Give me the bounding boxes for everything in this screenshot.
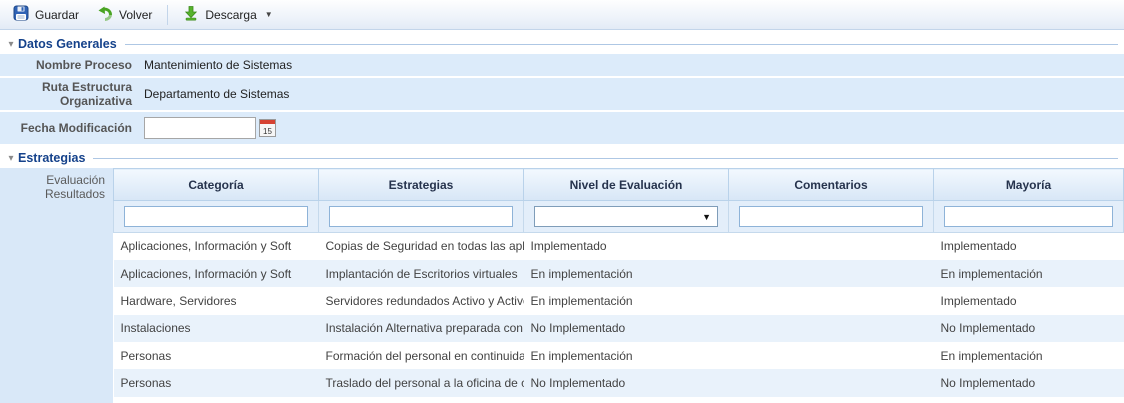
table-row[interactable]: Personas Formación del personal en conti… (114, 342, 1124, 369)
estrategias-filter-input[interactable] (329, 206, 513, 227)
section-title-estrategias: Estrategias (18, 151, 85, 165)
calendar-icon[interactable]: 15 (259, 119, 276, 137)
table-row[interactable]: Personas Traslado del personal a la ofic… (114, 369, 1124, 396)
toolbar-separator (167, 5, 168, 25)
table-filter-row: ▼ (114, 201, 1124, 233)
fecha-modificacion-label: Fecha Modificación (0, 121, 140, 135)
column-header-nivel-de-evaluacion[interactable]: Nivel de Evaluación (524, 169, 729, 201)
table-row[interactable]: Personas Teletrabajo No Implementado No … (114, 397, 1124, 403)
table-row[interactable]: Aplicaciones, Información y Soft Copias … (114, 233, 1124, 260)
table-header-row: Categoría Estrategias Nivel de Evaluació… (114, 169, 1124, 201)
grid-left-panel: Evaluación Resultados (0, 168, 113, 403)
download-button[interactable]: Descarga ▼ (174, 1, 281, 28)
fecha-modificacion-field: 15 (140, 117, 276, 139)
nombre-proceso-value: Mantenimiento de Sistemas (140, 58, 292, 72)
comentarios-filter-input[interactable] (739, 206, 923, 227)
nivel-evaluacion-filter-select[interactable]: ▼ (534, 206, 718, 227)
column-header-categoria[interactable]: Categoría (114, 169, 319, 201)
download-icon (183, 5, 199, 24)
table-row[interactable]: Aplicaciones, Información y Soft Implant… (114, 260, 1124, 287)
back-icon (97, 5, 113, 24)
chevron-down-icon: ▼ (702, 212, 711, 222)
fecha-modificacion-input[interactable] (144, 117, 256, 139)
ruta-estructura-label: Ruta Estructura Organizativa (0, 80, 140, 108)
estrategias-header: ▾ Estrategias (4, 150, 1120, 166)
download-menu-arrow-icon[interactable]: ▼ (265, 10, 273, 19)
field-row-ruta-estructura: Ruta Estructura Organizativa Departament… (0, 78, 1124, 110)
table-row[interactable]: Instalaciones Instalación Alternativa pr… (114, 315, 1124, 342)
section-divider (93, 158, 1118, 159)
estrategias-grid-zone: Evaluación Resultados Categoría Estrateg… (0, 168, 1124, 403)
save-button-label: Guardar (35, 8, 79, 22)
datos-generales-header: ▾ Datos Generales (4, 36, 1120, 52)
mayoria-filter-input[interactable] (944, 206, 1113, 227)
save-icon (13, 5, 29, 24)
column-header-estrategias[interactable]: Estrategias (319, 169, 524, 201)
nombre-proceso-label: Nombre Proceso (0, 58, 140, 72)
table-row[interactable]: Hardware, Servidores Servidores redundad… (114, 287, 1124, 314)
field-row-fecha-modificacion: Fecha Modificación 15 (0, 112, 1124, 144)
evaluacion-resultados-table: Categoría Estrategias Nivel de Evaluació… (113, 168, 1124, 403)
column-header-mayoria[interactable]: Mayoría (934, 169, 1124, 201)
toolbar: Guardar Volver Descarga ▼ (0, 0, 1124, 30)
back-button[interactable]: Volver (88, 1, 161, 28)
section-title-datos-generales: Datos Generales (18, 37, 117, 51)
section-divider (125, 44, 1118, 45)
ruta-estructura-value: Departamento de Sistemas (140, 87, 289, 101)
collapse-icon[interactable]: ▾ (4, 153, 18, 164)
download-button-label: Descarga (205, 8, 256, 22)
categoria-filter-input[interactable] (124, 206, 308, 227)
collapse-icon[interactable]: ▾ (4, 39, 18, 50)
column-header-comentarios[interactable]: Comentarios (729, 169, 934, 201)
back-button-label: Volver (119, 8, 152, 22)
evaluacion-resultados-label: Evaluación Resultados (0, 173, 113, 201)
field-row-nombre-proceso: Nombre Proceso Mantenimiento de Sistemas (0, 54, 1124, 76)
save-button[interactable]: Guardar (4, 1, 88, 28)
